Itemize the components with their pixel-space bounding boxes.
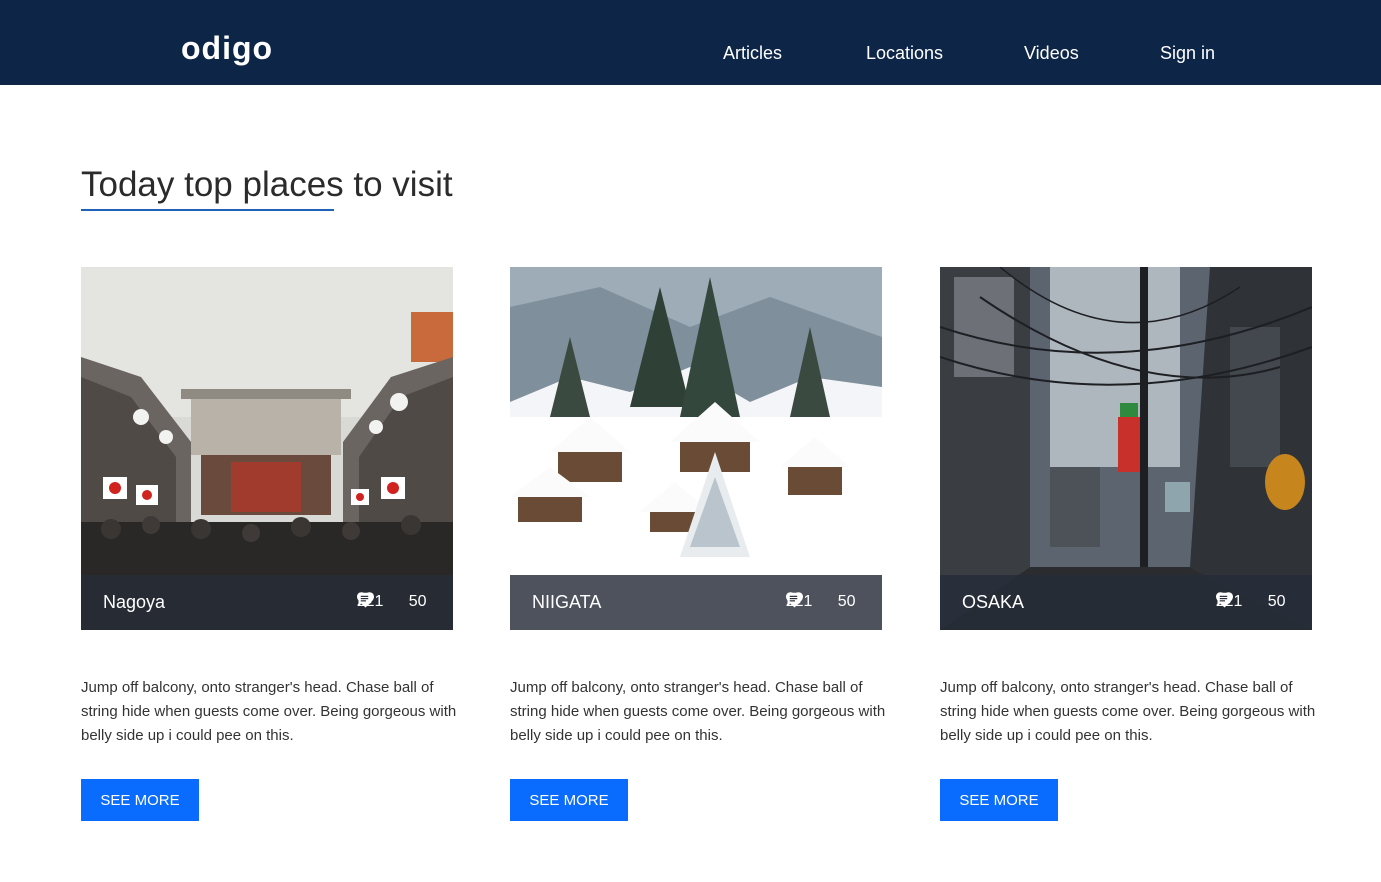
card-stats: 221 50 [356, 592, 431, 612]
nav-locations[interactable]: Locations [866, 40, 943, 66]
comment-count-button[interactable]: 50 [358, 592, 431, 612]
card-image-osaka[interactable]: OSAKA 221 50 [940, 267, 1312, 630]
card-image-nagoya[interactable]: Nagoya 221 50 [81, 267, 453, 630]
card-description: Jump off balcony, onto stranger's head. … [510, 679, 886, 744]
see-more-button-niigata[interactable]: SEE MORE [510, 779, 628, 821]
see-more-button-nagoya[interactable]: SEE MORE [81, 779, 199, 821]
nav-articles[interactable]: Articles [723, 40, 782, 66]
section-title: Today top places to visit [81, 165, 453, 204]
comment-count-button[interactable]: 50 [787, 592, 860, 612]
see-more-button-osaka[interactable]: SEE MORE [940, 779, 1058, 821]
card-description: Jump off balcony, onto stranger's head. … [940, 679, 1316, 744]
comment-count-button[interactable]: 50 [1217, 592, 1290, 612]
card-description: Jump off balcony, onto stranger's head. … [81, 679, 457, 744]
place-name: OSAKA [962, 592, 1025, 612]
card-stats: 221 50 [1215, 592, 1290, 612]
comment-count: 50 [837, 593, 856, 610]
nav-videos[interactable]: Videos [1024, 40, 1079, 66]
card-caption-bar: NIIGATA 221 50 [510, 575, 882, 630]
card-caption-bar: Nagoya 221 50 [81, 575, 453, 630]
site-logo[interactable]: odigo [181, 28, 273, 68]
place-name: Nagoya [103, 592, 166, 612]
card-image-niigata[interactable]: NIIGATA 221 50 [510, 267, 882, 630]
top-navbar: odigo Articles Locations Videos Sign in [0, 0, 1381, 85]
card-caption-bar: OSAKA 221 50 [940, 575, 1312, 630]
title-underline [81, 209, 334, 211]
comment-count: 50 [408, 593, 427, 610]
card-stats: 221 50 [785, 592, 860, 612]
nav-sign-in[interactable]: Sign in [1160, 40, 1215, 66]
place-name: NIIGATA [532, 592, 602, 612]
comment-count: 50 [1267, 593, 1286, 610]
